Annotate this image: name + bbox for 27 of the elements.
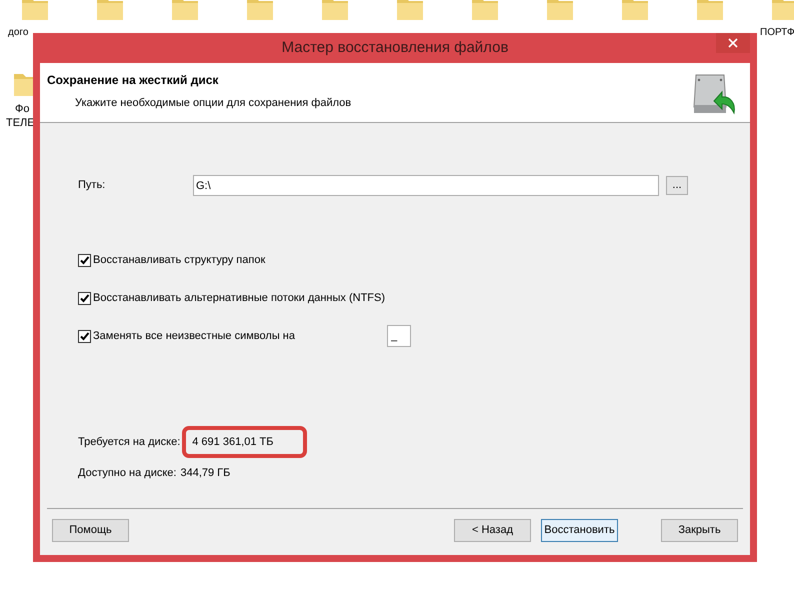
option-label: Восстанавливать альтернативные потоки данных (NTFS): [93, 290, 386, 306]
dialog-button[interactable]: Помощь: [52, 518, 129, 542]
checkbox[interactable]: [78, 292, 91, 304]
dialog-button[interactable]: Восстановить: [541, 518, 618, 542]
path-label: Путь:: [78, 178, 106, 194]
window-title: Мастер восстановления файлов: [282, 38, 508, 58]
available-space-value: 344,79 ГБ: [180, 466, 230, 481]
header-title: Сохранение на жесткий диск: [47, 72, 220, 89]
desktop-icon-label: ПОРТФ: [760, 27, 794, 39]
header-subtitle: Укажите необходимые опции для сохранения файлов: [75, 96, 352, 111]
checkbox[interactable]: [78, 254, 91, 266]
available-space-label: Доступно на диске:: [78, 466, 176, 481]
browse-button[interactable]: ...: [666, 176, 688, 195]
required-space-label: Требуется на диске:: [78, 434, 180, 450]
option-label: Заменять все неизвестные символы на: [93, 328, 296, 344]
path-field[interactable]: G:\: [193, 175, 659, 196]
checkbox[interactable]: [78, 330, 91, 342]
replacement-char-field[interactable]: _: [387, 325, 411, 347]
close-button[interactable]: [716, 33, 750, 53]
required-space-value: 4 691 361,01 ТБ: [182, 426, 308, 458]
option-label: Восстанавливать структуру папок: [93, 252, 266, 268]
dialog-button[interactable]: Закрыть: [661, 518, 738, 542]
close-icon: [728, 38, 738, 48]
desktop-icon-label: Фо: [15, 102, 30, 117]
desktop-icon-label: ТЕЛЕ: [6, 116, 35, 131]
desktop-icon-label: дого: [8, 27, 28, 39]
dialog-button[interactable]: < Назад: [454, 518, 531, 542]
